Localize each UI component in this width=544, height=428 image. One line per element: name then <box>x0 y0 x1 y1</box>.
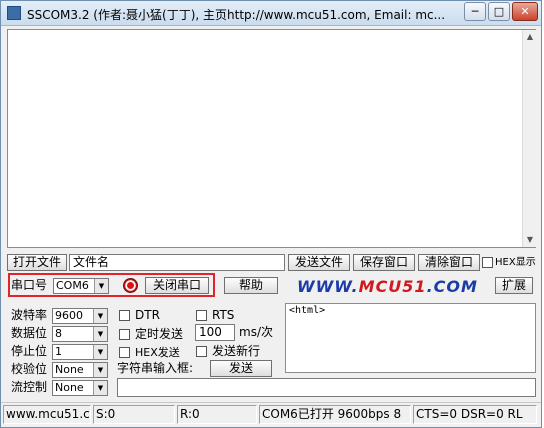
maximize-button[interactable]: □ <box>488 2 510 21</box>
send-button[interactable]: 发送 <box>210 360 272 377</box>
expand-button[interactable]: 扩展 <box>495 277 533 294</box>
send-text-area[interactable]: <html> <box>285 303 536 373</box>
chevron-down-icon[interactable]: ▼ <box>93 345 107 359</box>
hex-send-label: HEX发送 <box>135 346 180 359</box>
dtr-label: DTR <box>135 308 160 322</box>
file-name-field[interactable]: 文件名 <box>69 254 285 271</box>
dtr-checkbox[interactable] <box>119 310 130 321</box>
chevron-down-icon[interactable]: ▼ <box>93 309 107 323</box>
open-file-button[interactable]: 打开文件 <box>7 254 67 271</box>
parity-label: 校验位 <box>11 362 48 376</box>
interval-unit-label: ms/次 <box>239 325 273 339</box>
stop-bits-select[interactable]: 1 ▼ <box>52 344 108 360</box>
hex-send-checkbox[interactable] <box>119 347 130 358</box>
send-newline-checkbox[interactable] <box>196 346 207 357</box>
flow-control-label: 流控制 <box>11 380 48 394</box>
stop-bits-select-value: 1 <box>55 345 62 358</box>
string-input-label: 字符串输入框: <box>117 361 194 375</box>
rts-label: RTS <box>212 308 235 322</box>
chevron-down-icon[interactable]: ▼ <box>93 327 107 341</box>
status-site: www.mcu51.cor <box>3 405 91 424</box>
minimize-button[interactable]: ─ <box>464 2 486 21</box>
parity-select[interactable]: None ▼ <box>52 362 108 378</box>
mcu51-logo: WWW.MCU51.COM <box>297 277 478 296</box>
status-sent-count: S:0 <box>93 405 175 424</box>
baud-select-value: 9600 <box>55 309 83 322</box>
data-bits-select[interactable]: 8 ▼ <box>52 326 108 342</box>
app-icon <box>7 6 21 20</box>
port-label: 串口号 <box>11 278 48 292</box>
send-file-button[interactable]: 发送文件 <box>288 254 350 271</box>
port-select[interactable]: COM6 ▼ <box>53 278 109 294</box>
title-bar[interactable]: SSCOM3.2 (作者:聂小猛(丁丁), 主页http://www.mcu51… <box>1 1 541 26</box>
chevron-down-icon[interactable]: ▼ <box>93 363 107 377</box>
timed-send-checkbox[interactable] <box>119 329 130 340</box>
hex-display-checkbox[interactable] <box>482 257 493 268</box>
hex-display-label: HEX显示 <box>495 257 536 268</box>
chevron-down-icon[interactable]: ▼ <box>94 279 108 293</box>
close-button[interactable]: ✕ <box>512 2 538 21</box>
timed-send-label: 定时发送 <box>135 327 184 341</box>
data-bits-select-value: 8 <box>55 327 62 340</box>
status-port-state: COM6已打开 9600bps 8 <box>259 405 411 424</box>
app-window: SSCOM3.2 (作者:聂小猛(丁丁), 主页http://www.mcu51… <box>0 0 542 428</box>
interval-input[interactable]: 100 <box>195 324 235 341</box>
rts-checkbox[interactable] <box>196 310 207 321</box>
data-bits-label: 数据位 <box>11 326 48 340</box>
chevron-down-icon[interactable]: ▼ <box>93 381 107 395</box>
scroll-up-icon[interactable]: ▲ <box>523 30 537 44</box>
receive-scrollbar[interactable]: ▲ ▼ <box>522 30 536 247</box>
window-title: SSCOM3.2 (作者:聂小猛(丁丁), 主页http://www.mcu51… <box>27 8 446 22</box>
stop-bits-label: 停止位 <box>11 344 48 358</box>
string-input-field[interactable] <box>117 378 536 397</box>
baud-select[interactable]: 9600 ▼ <box>52 308 108 324</box>
status-line-signals: CTS=0 DSR=0 RL <box>413 405 537 424</box>
port-select-value: COM6 <box>56 279 89 292</box>
parity-select-value: None <box>55 363 84 376</box>
flow-control-select-value: None <box>55 381 84 394</box>
send-newline-label: 发送新行 <box>212 344 261 358</box>
help-button[interactable]: 帮助 <box>224 277 278 294</box>
flow-control-select[interactable]: None ▼ <box>52 380 108 396</box>
close-port-button[interactable]: 关闭串口 <box>145 277 209 294</box>
port-status-icon <box>123 278 138 293</box>
clear-window-button[interactable]: 清除窗口 <box>418 254 480 271</box>
status-bar: www.mcu51.cor S:0 R:0 COM6已打开 9600bps 8 … <box>1 402 541 427</box>
status-received-count: R:0 <box>177 405 257 424</box>
receive-area[interactable]: ▲ ▼ <box>7 29 536 248</box>
baud-label: 波特率 <box>11 308 48 322</box>
scroll-down-icon[interactable]: ▼ <box>523 233 537 247</box>
save-window-button[interactable]: 保存窗口 <box>353 254 415 271</box>
